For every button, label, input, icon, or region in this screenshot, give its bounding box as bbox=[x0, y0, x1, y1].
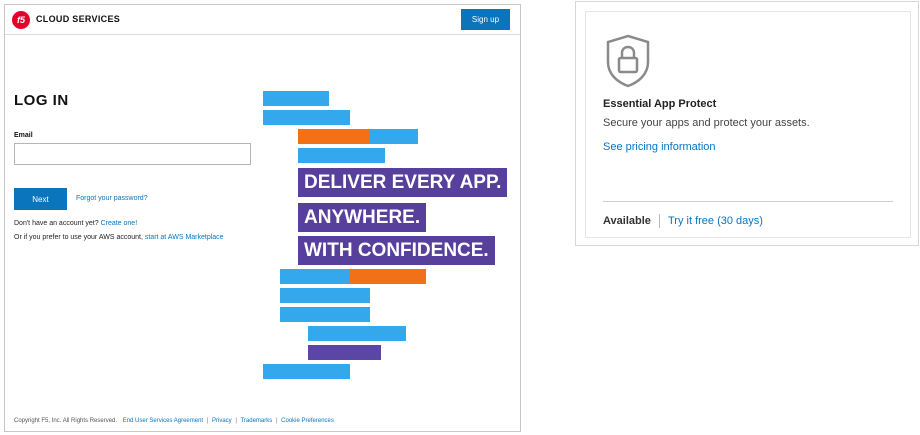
product-card: Essential App Protect Secure your apps a… bbox=[575, 1, 919, 246]
forgot-password-link[interactable]: Forgot your password? bbox=[76, 195, 148, 202]
aws-text: Or if you prefer to use your AWS account… bbox=[14, 234, 224, 241]
graphic-bar bbox=[298, 129, 369, 144]
copyright-text: Copyright F5, Inc. All Rights Reserved. bbox=[14, 418, 118, 424]
status-label: Available bbox=[603, 215, 651, 227]
pricing-link[interactable]: See pricing information bbox=[603, 141, 716, 153]
top-bar: f5 CLOUD SERVICES Sign up bbox=[5, 5, 520, 35]
footer-link-eusa[interactable]: End User Services Agreement bbox=[123, 418, 203, 424]
graphic-bar bbox=[280, 269, 350, 284]
login-panel: f5 CLOUD SERVICES Sign up LOG IN Email N… bbox=[4, 4, 521, 432]
product-title: Essential App Protect bbox=[603, 98, 717, 110]
graphic-bar bbox=[369, 129, 418, 144]
no-account-text: Don't have an account yet? Create one! bbox=[14, 220, 137, 227]
email-label: Email bbox=[14, 132, 33, 139]
footer-link-cookie-preferences[interactable]: Cookie Preferences bbox=[281, 418, 334, 424]
graphic-bar bbox=[263, 110, 350, 125]
divider bbox=[659, 214, 660, 228]
graphic-bar bbox=[263, 91, 329, 106]
graphic-bar bbox=[263, 364, 350, 379]
divider bbox=[603, 201, 893, 202]
try-free-link[interactable]: Try it free (30 days) bbox=[668, 215, 763, 227]
no-account-label: Don't have an account yet? bbox=[14, 220, 101, 227]
tagline-line-3: WITH CONFIDENCE. bbox=[298, 236, 495, 265]
next-button[interactable]: Next bbox=[14, 188, 67, 210]
aws-label: Or if you prefer to use your AWS account… bbox=[14, 234, 145, 241]
graphic-bar bbox=[298, 148, 385, 163]
sign-up-button[interactable]: Sign up bbox=[461, 9, 510, 30]
product-card-body: Essential App Protect Secure your apps a… bbox=[585, 11, 911, 238]
page-title: LOG IN bbox=[14, 92, 69, 109]
footer-link-trademarks[interactable]: Trademarks bbox=[240, 418, 272, 424]
product-description: Secure your apps and protect your assets… bbox=[603, 117, 810, 129]
tagline-line-2: ANYWHERE. bbox=[298, 203, 427, 232]
aws-marketplace-link[interactable]: start at AWS Marketplace bbox=[145, 234, 224, 241]
tagline-line-1: DELIVER EVERY APP. bbox=[298, 168, 508, 197]
graphic-bar bbox=[280, 288, 370, 303]
brand-name: CLOUD SERVICES bbox=[36, 14, 121, 24]
graphic-bar bbox=[308, 345, 381, 360]
f5-logo[interactable]: f5 bbox=[12, 11, 30, 29]
graphic-bar bbox=[280, 307, 370, 322]
email-field[interactable] bbox=[14, 143, 251, 165]
footer: Copyright F5, Inc. All Rights Reserved. … bbox=[14, 418, 334, 424]
graphic-bar bbox=[308, 326, 406, 341]
shield-lock-icon bbox=[606, 34, 650, 88]
graphic-bar bbox=[350, 269, 426, 284]
footer-link-privacy[interactable]: Privacy bbox=[212, 418, 232, 424]
create-account-link[interactable]: Create one! bbox=[101, 220, 138, 227]
